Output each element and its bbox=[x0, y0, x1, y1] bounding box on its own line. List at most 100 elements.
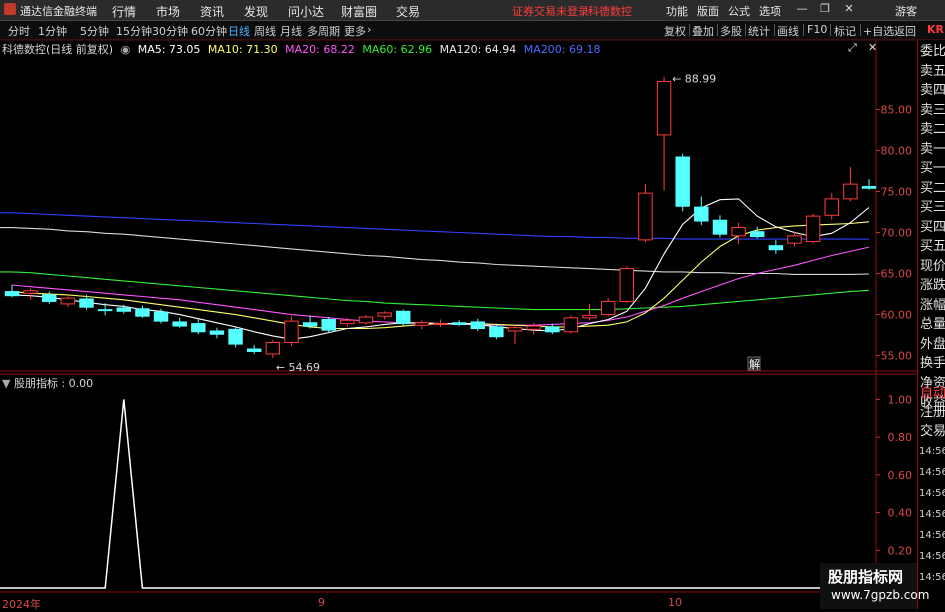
chevron-right-icon[interactable]: › bbox=[367, 23, 371, 36]
menu-options[interactable]: 选项 bbox=[759, 3, 781, 19]
candle-body bbox=[23, 290, 38, 294]
menu-ask-xiaoda[interactable]: 问小达 bbox=[288, 3, 324, 20]
period-15min[interactable]: 15分钟 bbox=[116, 23, 152, 39]
candle-body bbox=[675, 156, 690, 207]
minimize-icon[interactable]: — bbox=[795, 2, 809, 16]
candle-body bbox=[787, 235, 802, 244]
statistics-button[interactable]: 统计 bbox=[748, 23, 770, 39]
x-tick-oct: 10 bbox=[668, 596, 682, 609]
period-weekly[interactable]: 周线 bbox=[254, 23, 276, 39]
multi-stock-button[interactable]: 多股 bbox=[720, 23, 742, 39]
draw-line-button[interactable]: 画线 bbox=[777, 23, 799, 39]
candle-body bbox=[805, 215, 821, 243]
candle-body bbox=[433, 323, 448, 326]
candle-body bbox=[321, 318, 336, 331]
quote-field-label: 总量 bbox=[920, 317, 945, 332]
candle-body bbox=[582, 314, 597, 319]
candle-body bbox=[340, 319, 355, 325]
candle-body bbox=[824, 198, 839, 216]
x-tick-sep: 9 bbox=[318, 596, 325, 609]
menu-market[interactable]: 市场 bbox=[156, 3, 180, 20]
side-action-1[interactable]: 注册 bbox=[920, 404, 945, 422]
mark-button[interactable]: 标记 bbox=[834, 23, 856, 39]
candle-body bbox=[358, 316, 374, 324]
candle-body bbox=[451, 322, 467, 325]
menu-function[interactable]: 功能 bbox=[666, 3, 688, 19]
candle-body bbox=[4, 291, 20, 297]
period-60min[interactable]: 60分钟 bbox=[191, 23, 227, 39]
trade-login-notice[interactable]: 证券交易未登录 bbox=[512, 3, 589, 19]
add-watchlist-button[interactable]: +自选 bbox=[863, 23, 894, 39]
candle-body bbox=[545, 326, 560, 333]
sub-y-tick-label: 0.20 bbox=[888, 544, 913, 557]
quote-side-panel: 委比 卖五 卖四 卖三 卖二 卖一 买一 买二 买三 买四 买五 现价 涨跌 涨幅 总量 外盘 换手 净资 收益 自动… bbox=[917, 40, 945, 609]
overlay-button[interactable]: 叠加 bbox=[692, 23, 714, 39]
side-action-0[interactable]: 自动 bbox=[920, 385, 945, 403]
y-tick-label: 75.00 bbox=[881, 185, 913, 198]
menu-layout[interactable]: 版面 bbox=[697, 3, 719, 19]
tick-time: 14:56 bbox=[919, 530, 945, 541]
period-more[interactable]: 更多 bbox=[344, 23, 366, 39]
candle-body bbox=[135, 308, 150, 317]
candle-body bbox=[768, 245, 784, 251]
y-tick-label: 60.00 bbox=[881, 309, 913, 322]
menu-wealth-circle[interactable]: 财富圈 bbox=[341, 3, 377, 20]
quote-field-label: 买五 bbox=[920, 239, 945, 254]
period-1min[interactable]: 1分钟 bbox=[38, 23, 67, 39]
candle-body bbox=[638, 192, 653, 241]
f10-button[interactable]: F10 bbox=[807, 23, 827, 36]
sub-y-tick-label: 0.80 bbox=[888, 431, 913, 444]
indicator-title: 股朋指标 : 0.00 bbox=[13, 377, 94, 390]
watermark-url: www.7gpzb.com bbox=[831, 588, 930, 602]
code-hint[interactable]: KR bbox=[927, 23, 944, 36]
tick-time: 14:56 bbox=[919, 551, 945, 562]
side-action-2[interactable]: 交易 bbox=[920, 423, 945, 441]
quote-field-label: 卖五 bbox=[920, 63, 945, 79]
candle-body bbox=[116, 307, 131, 312]
watermark-title: 股朋指标网 bbox=[828, 568, 904, 586]
menu-discover[interactable]: 发现 bbox=[244, 3, 268, 20]
tick-time: 14:56 bbox=[919, 509, 945, 520]
candle-body bbox=[42, 294, 57, 302]
period-30min[interactable]: 30分钟 bbox=[152, 23, 188, 39]
candle-body bbox=[302, 322, 318, 327]
close-icon[interactable]: ✕ bbox=[842, 2, 856, 16]
collapse-icon[interactable]: ▼ bbox=[2, 377, 10, 390]
app-title: 通达信金融终端 bbox=[20, 5, 97, 18]
candle-body bbox=[228, 328, 243, 345]
low-price-label: ← 54.69 bbox=[276, 361, 320, 374]
period-multi[interactable]: 多周期 bbox=[307, 23, 340, 39]
back-button[interactable]: 返回 bbox=[894, 23, 916, 39]
ma-line-ma5 bbox=[11, 198, 870, 340]
candle-body bbox=[843, 183, 858, 200]
period-daily[interactable]: 日线 bbox=[228, 23, 250, 39]
restore-icon[interactable]: ❐ bbox=[818, 2, 832, 16]
quote-field-label: 换手 bbox=[920, 356, 945, 371]
y-tick-label: 80.00 bbox=[881, 144, 913, 157]
menu-formula[interactable]: 公式 bbox=[728, 3, 750, 19]
candle-body bbox=[470, 321, 485, 330]
period-5min[interactable]: 5分钟 bbox=[80, 23, 109, 39]
unlock-marker: 解 bbox=[749, 357, 760, 371]
menu-quotes[interactable]: 行情 bbox=[112, 3, 136, 20]
candle-body bbox=[489, 326, 504, 338]
quote-field-label: 卖一 bbox=[920, 141, 945, 157]
candle-body bbox=[861, 186, 877, 189]
menu-news[interactable]: 资讯 bbox=[200, 3, 224, 20]
sub-y-tick-label: 0.40 bbox=[888, 507, 913, 520]
period-monthly[interactable]: 月线 bbox=[280, 23, 302, 39]
menu-trade[interactable]: 交易 bbox=[396, 3, 420, 20]
x-tick-year: 2024年 bbox=[2, 598, 41, 611]
toolbar-divider bbox=[830, 24, 831, 36]
high-price-label: ← 88.99 bbox=[672, 73, 716, 86]
adjust-button[interactable]: 复权 bbox=[664, 23, 686, 39]
kline-chart[interactable]: 55.00 60.00 65.00 70.00 75.00 80.00 85.00 ← 88.… bbox=[0, 40, 917, 609]
period-intraday[interactable]: 分时 bbox=[8, 23, 30, 39]
guest-login-button[interactable]: 游客 bbox=[895, 3, 917, 19]
quote-field-label: 卖三 bbox=[920, 102, 945, 118]
menu-bar: 通达信金融终端 行情 市场 资讯 发现 问小达 财富圈 交易 证券交易未登录 科… bbox=[0, 0, 945, 21]
stock-name-link[interactable]: 科德数控 bbox=[588, 3, 632, 19]
sub-y-tick-label: 1.00 bbox=[888, 393, 913, 406]
tick-time: 14:56 bbox=[919, 467, 945, 478]
candle-body bbox=[246, 348, 262, 352]
